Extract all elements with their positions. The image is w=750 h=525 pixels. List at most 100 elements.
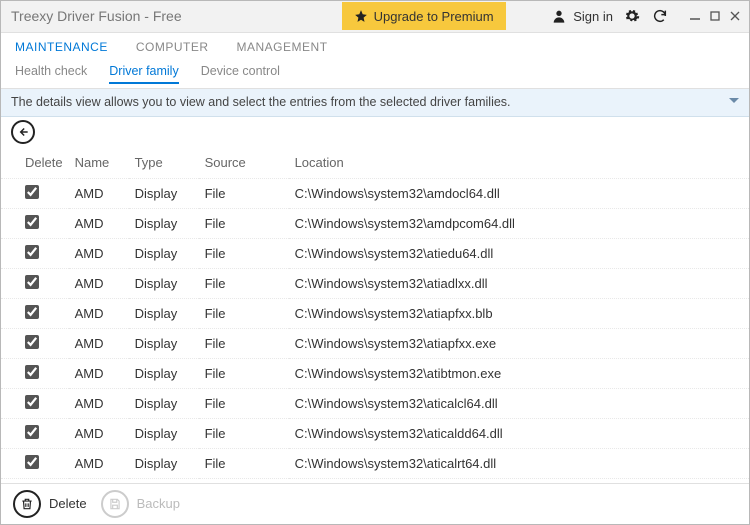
settings-button[interactable] bbox=[623, 7, 641, 25]
primary-nav: MAINTENANCE COMPUTER MANAGEMENT bbox=[1, 33, 749, 61]
cell-location: C:\Windows\system32\aticfx64.dll bbox=[289, 478, 749, 483]
table-row[interactable]: AMDDisplayFileC:\Windows\system32\aticfx… bbox=[1, 478, 749, 483]
minimize-icon bbox=[690, 11, 700, 21]
arrow-left-icon bbox=[16, 125, 30, 139]
titlebar: Treexy Driver Fusion - Free Upgrade to P… bbox=[1, 1, 749, 33]
nav-computer[interactable]: COMPUTER bbox=[136, 40, 209, 54]
upgrade-button[interactable]: Upgrade to Premium bbox=[342, 2, 506, 30]
gear-icon bbox=[624, 8, 640, 24]
delete-action[interactable]: Delete bbox=[13, 490, 87, 518]
driver-table-container[interactable]: Delete Name Type Source Location AMDDisp… bbox=[1, 147, 749, 483]
cell-source: File bbox=[199, 268, 289, 298]
close-button[interactable] bbox=[727, 8, 743, 24]
refresh-button[interactable] bbox=[651, 7, 669, 25]
sub-nav: Health check Driver family Device contro… bbox=[1, 61, 749, 89]
table-row[interactable]: AMDDisplayFileC:\Windows\system32\atiedu… bbox=[1, 238, 749, 268]
cell-source: File bbox=[199, 178, 289, 208]
cell-type: Display bbox=[129, 298, 199, 328]
chevron-down-icon bbox=[729, 97, 739, 105]
cell-name: AMD bbox=[69, 358, 129, 388]
info-text: The details view allows you to view and … bbox=[11, 95, 511, 109]
cell-location: C:\Windows\system32\atibtmon.exe bbox=[289, 358, 749, 388]
cell-type: Display bbox=[129, 238, 199, 268]
backup-label: Backup bbox=[137, 496, 180, 511]
nav-maintenance[interactable]: MAINTENANCE bbox=[15, 40, 108, 54]
table-row[interactable]: AMDDisplayFileC:\Windows\system32\atiapf… bbox=[1, 298, 749, 328]
back-button[interactable] bbox=[11, 120, 35, 144]
table-row[interactable]: AMDDisplayFileC:\Windows\system32\amdpco… bbox=[1, 208, 749, 238]
col-delete[interactable]: Delete bbox=[1, 147, 69, 179]
cell-name: AMD bbox=[69, 478, 129, 483]
cell-type: Display bbox=[129, 268, 199, 298]
maximize-button[interactable] bbox=[707, 8, 723, 24]
cell-name: AMD bbox=[69, 238, 129, 268]
cell-name: AMD bbox=[69, 388, 129, 418]
cell-location: C:\Windows\system32\aticalcl64.dll bbox=[289, 388, 749, 418]
cell-location: C:\Windows\system32\aticaldd64.dll bbox=[289, 418, 749, 448]
col-location[interactable]: Location bbox=[289, 147, 749, 179]
subnav-device-control[interactable]: Device control bbox=[201, 64, 280, 84]
table-row[interactable]: AMDDisplayFileC:\Windows\system32\atical… bbox=[1, 388, 749, 418]
cell-source: File bbox=[199, 328, 289, 358]
signin-button[interactable]: Sign in bbox=[551, 8, 613, 24]
cell-source: File bbox=[199, 208, 289, 238]
cell-name: AMD bbox=[69, 268, 129, 298]
subnav-driver-family[interactable]: Driver family bbox=[109, 64, 178, 84]
refresh-icon bbox=[652, 8, 668, 24]
table-row[interactable]: AMDDisplayFileC:\Windows\system32\atiapf… bbox=[1, 328, 749, 358]
upgrade-label: Upgrade to Premium bbox=[374, 9, 494, 24]
cell-type: Display bbox=[129, 328, 199, 358]
cell-source: File bbox=[199, 448, 289, 478]
cell-location: C:\Windows\system32\amdocl64.dll bbox=[289, 178, 749, 208]
table-row[interactable]: AMDDisplayFileC:\Windows\system32\atical… bbox=[1, 418, 749, 448]
driver-table: Delete Name Type Source Location AMDDisp… bbox=[1, 147, 749, 483]
cell-source: File bbox=[199, 478, 289, 483]
row-checkbox[interactable] bbox=[25, 335, 39, 349]
table-row[interactable]: AMDDisplayFileC:\Windows\system32\amdocl… bbox=[1, 178, 749, 208]
row-checkbox[interactable] bbox=[25, 365, 39, 379]
row-checkbox[interactable] bbox=[25, 185, 39, 199]
cell-source: File bbox=[199, 388, 289, 418]
subnav-health-check[interactable]: Health check bbox=[15, 64, 87, 84]
cell-location: C:\Windows\system32\aticalrt64.dll bbox=[289, 448, 749, 478]
col-source[interactable]: Source bbox=[199, 147, 289, 179]
nav-management[interactable]: MANAGEMENT bbox=[237, 40, 328, 54]
cell-type: Display bbox=[129, 388, 199, 418]
cell-type: Display bbox=[129, 418, 199, 448]
footer: Delete Backup bbox=[1, 483, 749, 524]
cell-location: C:\Windows\system32\atiapfxx.blb bbox=[289, 298, 749, 328]
info-bar: The details view allows you to view and … bbox=[1, 89, 749, 117]
star-icon bbox=[354, 9, 368, 23]
table-row[interactable]: AMDDisplayFileC:\Windows\system32\atical… bbox=[1, 448, 749, 478]
cell-location: C:\Windows\system32\atiadlxx.dll bbox=[289, 268, 749, 298]
cell-type: Display bbox=[129, 208, 199, 238]
table-row[interactable]: AMDDisplayFileC:\Windows\system32\atiadl… bbox=[1, 268, 749, 298]
infobar-expand[interactable] bbox=[729, 96, 739, 108]
row-checkbox[interactable] bbox=[25, 245, 39, 259]
row-checkbox[interactable] bbox=[25, 425, 39, 439]
col-name[interactable]: Name bbox=[69, 147, 129, 179]
cell-type: Display bbox=[129, 178, 199, 208]
table-row[interactable]: AMDDisplayFileC:\Windows\system32\atibtm… bbox=[1, 358, 749, 388]
back-row bbox=[1, 117, 749, 147]
cell-type: Display bbox=[129, 478, 199, 483]
cell-type: Display bbox=[129, 448, 199, 478]
trash-icon bbox=[20, 497, 34, 511]
minimize-button[interactable] bbox=[687, 8, 703, 24]
cell-name: AMD bbox=[69, 448, 129, 478]
user-icon bbox=[551, 8, 567, 24]
cell-source: File bbox=[199, 358, 289, 388]
cell-type: Display bbox=[129, 358, 199, 388]
maximize-icon bbox=[710, 11, 720, 21]
cell-source: File bbox=[199, 238, 289, 268]
row-checkbox[interactable] bbox=[25, 305, 39, 319]
row-checkbox[interactable] bbox=[25, 395, 39, 409]
window-title: Treexy Driver Fusion - Free bbox=[11, 8, 182, 24]
row-checkbox[interactable] bbox=[25, 275, 39, 289]
col-type[interactable]: Type bbox=[129, 147, 199, 179]
cell-name: AMD bbox=[69, 298, 129, 328]
row-checkbox[interactable] bbox=[25, 455, 39, 469]
delete-label: Delete bbox=[49, 496, 87, 511]
row-checkbox[interactable] bbox=[25, 215, 39, 229]
cell-source: File bbox=[199, 418, 289, 448]
